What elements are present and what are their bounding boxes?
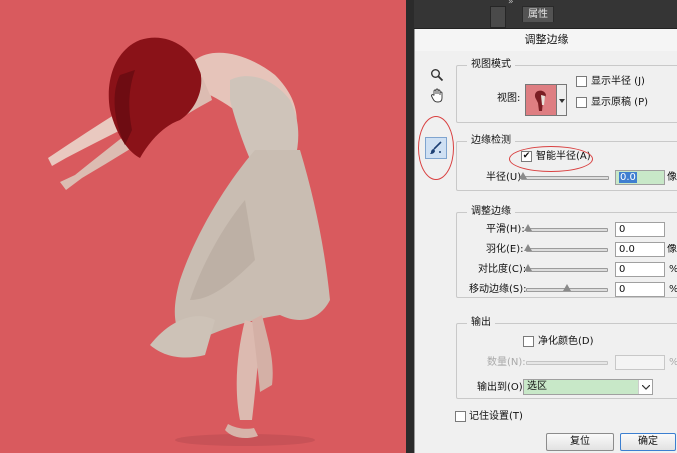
output-to-select[interactable]: 选区: [523, 379, 653, 395]
contrast-label: 对比度(C):: [478, 264, 527, 275]
edge-detection-title: 边缘检测: [467, 135, 515, 147]
smooth-label: 平滑(H):: [486, 224, 525, 235]
amount-slider: [526, 361, 608, 365]
smooth-slider[interactable]: [526, 228, 608, 232]
show-original-label: 显示原稿 (P): [591, 97, 649, 108]
panel-toggle-button[interactable]: [490, 6, 506, 28]
feather-value-input[interactable]: 0.0: [615, 242, 665, 257]
show-radius-checkbox[interactable]: [576, 76, 587, 87]
show-radius-label: 显示半径 (J): [591, 76, 645, 87]
decontaminate-checkbox[interactable]: [523, 336, 534, 347]
shift-edge-value-input[interactable]: 0: [615, 282, 665, 297]
amount-label: 数量(N):: [487, 357, 526, 368]
amount-value-input: [615, 355, 665, 370]
smooth-slider-thumb[interactable]: [524, 224, 532, 231]
contrast-unit: %: [669, 264, 677, 276]
reset-button[interactable]: 复位: [546, 433, 614, 451]
annotation-circle-smart-radius: [509, 146, 593, 172]
contrast-slider-thumb[interactable]: [524, 264, 532, 271]
radius-slider-thumb[interactable]: [519, 172, 527, 179]
amount-unit: %: [669, 357, 677, 369]
decontaminate-label: 净化颜色(D): [538, 336, 594, 347]
shift-edge-slider-thumb[interactable]: [563, 284, 571, 291]
collapse-panels-icon[interactable]: »: [508, 0, 513, 7]
output-title: 输出: [467, 317, 495, 329]
view-dropdown-arrow[interactable]: [557, 84, 567, 116]
view-mode-title: 视图模式: [467, 59, 515, 71]
view-mode-group: 视图模式 视图: 显示半径 (J) 显示原稿 (P): [456, 59, 677, 123]
output-to-value: 选区: [527, 381, 547, 392]
contrast-slider[interactable]: [526, 268, 608, 272]
feather-slider-thumb[interactable]: [524, 244, 532, 251]
chevron-down-icon[interactable]: [638, 380, 652, 394]
hand-icon[interactable]: [427, 85, 447, 105]
smooth-value-input[interactable]: 0: [615, 222, 665, 237]
refine-radius-brush-icon[interactable]: [425, 137, 447, 159]
remember-settings-label: 记住设置(T): [469, 411, 523, 422]
panel-divider: [406, 0, 414, 453]
feather-label: 羽化(E):: [486, 244, 524, 255]
output-group: 输出 净化颜色(D) 数量(N): % 输出到(O): 选区: [456, 317, 677, 399]
radius-slider[interactable]: [521, 176, 609, 180]
panel-dock-header: » 属性: [414, 0, 677, 29]
image-canvas[interactable]: [0, 0, 406, 453]
view-label: 视图:: [497, 93, 521, 104]
view-thumbnail[interactable]: [525, 84, 557, 116]
shift-edge-label: 移动边缘(S):: [469, 284, 527, 295]
radius-unit: 像: [667, 172, 677, 183]
dancer-photo: [0, 0, 406, 453]
adjust-edge-title: 调整边缘: [467, 206, 515, 218]
feather-slider[interactable]: [526, 248, 608, 252]
radius-value-input[interactable]: 0.0: [615, 170, 665, 185]
tab-properties[interactable]: 属性: [522, 6, 554, 22]
output-to-label: 输出到(O):: [477, 382, 527, 393]
adjust-edge-group: 调整边缘 平滑(H): 0 羽化(E): 0.0 像素 对比度(C): 0 % …: [456, 206, 677, 298]
ok-button[interactable]: 确定: [620, 433, 676, 451]
zoom-icon[interactable]: [427, 65, 447, 85]
radius-value-text: 0.0: [619, 172, 637, 183]
contrast-value-input[interactable]: 0: [615, 262, 665, 277]
refine-edge-dialog: 调整边缘 视图模式 视图: 显示半径 (J) 显示原稿 (P) 边缘检测 ✔ 智…: [414, 29, 677, 453]
feather-unit: 像素: [667, 244, 677, 255]
remember-settings-checkbox[interactable]: [455, 411, 466, 422]
dialog-title: 调整边缘: [415, 29, 677, 51]
shift-edge-unit: %: [669, 284, 677, 296]
show-original-checkbox[interactable]: [576, 97, 587, 108]
